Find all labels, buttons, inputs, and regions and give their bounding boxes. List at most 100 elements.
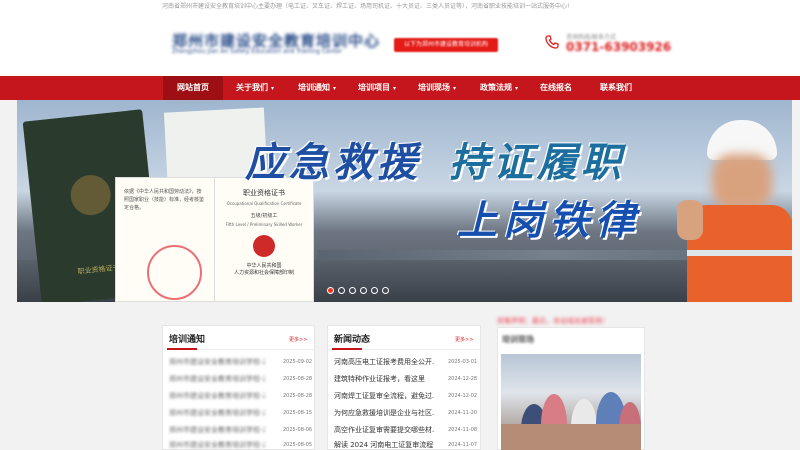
nav-training-notice[interactable]: 培训通知 ▾	[288, 76, 346, 100]
thumbs-up-icon	[677, 200, 703, 240]
list-item-title: 郑州市建设安全教育培训学校-2025年...	[169, 426, 265, 434]
list-item-date: 2024-12-28	[448, 376, 478, 382]
training-site-photo[interactable]	[501, 354, 641, 450]
list-item-title: 为何应急救援培训是企业与社区...	[334, 409, 434, 417]
news-title: 新闻动态	[334, 335, 371, 345]
list-item[interactable]: 解读 2024 河南电工证复审流程... 2024-11-07	[334, 438, 478, 450]
banner-headline-b: 持证履职	[449, 140, 625, 186]
news-panel: 新闻动态 更多>> 河南高压电工证报考费用全公开... 2025-03-01 建筑…	[327, 325, 481, 450]
site-logo-subtitle: Zhengzhou Jian An Safety Education and T…	[172, 48, 343, 55]
list-item[interactable]: 郑州市建设安全教育培训学校-2025年... 2025-08-05	[169, 438, 313, 450]
list-item-title: 郑州市建设安全教育培训学校-2025年...	[169, 441, 265, 449]
list-item[interactable]: 郑州市建设安全教育培训学校-2025年... 2025-09-02	[169, 355, 313, 369]
list-item[interactable]: 郑州市建设安全教育培训学校-2025年... 2025-08-06	[169, 423, 313, 437]
certificate-title-en: Occupational Qualification Certificate	[226, 201, 302, 206]
banner-dot-2[interactable]	[338, 287, 345, 294]
nav-training-site-label: 培训现场	[417, 83, 450, 92]
nav-training-notice-label: 培训通知	[297, 83, 330, 92]
certificate-level: 五级/初级工	[250, 213, 278, 219]
list-item[interactable]: 高空作业证复审需要提交哪些材... 2024-11-08	[334, 423, 478, 437]
nav-contact[interactable]: 联系我们	[588, 76, 644, 100]
nav-online-signup[interactable]: 在线报名	[528, 76, 584, 100]
list-item-date: 2025-09-02	[283, 359, 313, 365]
nav-online-signup-label: 在线报名	[540, 83, 572, 92]
certificate-issuer-2: 人力资源和社会保障部印制	[233, 270, 294, 276]
nav-training-projects-label: 培训项目	[357, 83, 390, 92]
list-item[interactable]: 郑州市建设安全教育培训学校-2025年... 2025-08-28	[169, 372, 313, 386]
certificate-title: 职业资格证书	[243, 189, 285, 197]
training-more-link[interactable]: 更多>>	[289, 336, 307, 343]
reflective-stripe	[687, 250, 792, 256]
news-more-link[interactable]: 更多>>	[455, 336, 473, 343]
chevron-down-icon: ▾	[332, 85, 336, 92]
worker-thumbs-up-image	[677, 120, 792, 302]
top-announcement-text: 河南省郑州市建设安全教育培训中心主要办理（电工证、叉车证、焊工证、场用司机证、十…	[162, 3, 570, 10]
panel-accent-bar	[332, 348, 362, 350]
training-notice-title: 培训通知	[169, 335, 206, 345]
list-item-date: 2025-08-06	[283, 427, 313, 433]
chevron-down-icon: ▾	[270, 85, 274, 92]
list-item-title: 河南焊工证复审全流程，避免过...	[334, 392, 434, 400]
banner-dot-4[interactable]	[360, 287, 367, 294]
list-item-title: 解读 2024 河南电工证复审流程...	[334, 441, 434, 449]
banner-dot-5[interactable]	[371, 287, 378, 294]
certificate-issuer-1: 中华人民共和国	[246, 263, 282, 269]
nav-home[interactable]: 网站首页	[163, 76, 223, 100]
banner-dot-1[interactable]	[327, 287, 334, 294]
list-item-title: 河南高压电工证报考费用全公开...	[334, 358, 434, 366]
list-item[interactable]: 为何应急救援培训是企业与社区... 2024-11-20	[334, 406, 478, 420]
banner-subhead: 上岗铁律	[457, 198, 641, 244]
training-notice-panel: 培训通知 更多>> 郑州市建设安全教育培训学校-2025年... 2025-09-…	[162, 325, 315, 450]
list-item-title: 建筑特种作业证报考，看这里	[334, 375, 425, 383]
red-seal-icon	[147, 245, 202, 300]
list-item[interactable]: 建筑特种作业证报考，看这里 2024-12-28	[334, 372, 478, 386]
list-item-date: 2024-11-08	[448, 427, 478, 433]
list-item-date: 2025-08-28	[283, 376, 313, 382]
list-item-date: 2024-11-20	[448, 410, 478, 416]
nav-policy-label: 政策法规	[479, 83, 512, 92]
nav-home-label: 网站首页	[177, 83, 209, 92]
list-item-date: 2025-08-28	[283, 393, 313, 399]
list-item-date: 2024-11-07	[448, 442, 478, 448]
certificate-level-en: Fifth Level / Preliminary Skilled Worker	[225, 222, 303, 227]
chevron-down-icon: ▾	[452, 85, 456, 92]
list-item-title: 郑州市建设安全教育培训学校-2025年...	[169, 409, 265, 417]
list-item-date: 2025-03-01	[448, 359, 478, 365]
hero-banner[interactable]: 职业资格证书 依据《中华人民共和国劳动法》，按照国家职业（技能）标准，经考核鉴定…	[17, 100, 792, 302]
worker-face-blurred	[712, 154, 772, 209]
top-announcement-bar: 河南省郑州市建设安全教育培训中心主要办理（电工证、叉车证、焊工证、场用司机证、十…	[0, 0, 800, 10]
nav-contact-label: 联系我们	[600, 83, 632, 92]
desk-row	[501, 424, 641, 450]
list-item[interactable]: 河南焊工证复审全流程，避免过... 2024-12-02	[334, 389, 478, 403]
chevron-down-icon: ▾	[392, 85, 396, 92]
header-slogan-badge: 以下为郑州市建设教育培训机构	[394, 38, 498, 52]
list-item-date: 2024-12-02	[448, 393, 478, 399]
list-item-title: 郑州市建设安全教育培训学校-2025年...	[169, 375, 265, 383]
certificate-right-page: 职业资格证书 Occupational Qualification Certif…	[214, 177, 314, 302]
chevron-down-icon: ▾	[514, 85, 518, 92]
training-site-panel: 培训现场	[497, 327, 645, 450]
list-item-title: 郑州市建设安全教育培训学校-2025年...	[169, 392, 265, 400]
nav-training-projects[interactable]: 培训项目 ▾	[348, 76, 406, 100]
list-item-date: 2025-08-15	[283, 410, 313, 416]
site-header: 郑州市建设安全教育培训中心 Zhengzhou Jian An Safety E…	[0, 10, 800, 76]
list-item[interactable]: 河南高压电工证报考费用全公开... 2025-03-01	[334, 355, 478, 369]
national-emblem-icon	[253, 235, 275, 257]
banner-dot-3[interactable]	[349, 287, 356, 294]
banner-headline: 应急救援 持证履职	[245, 130, 625, 188]
list-item-title: 高空作业证复审需要提交哪些材...	[334, 426, 434, 434]
list-item-date: 2025-08-05	[283, 442, 313, 448]
list-item-title: 郑州市建设安全教育培训学校-2025年...	[169, 358, 265, 366]
banner-dot-6[interactable]	[382, 287, 389, 294]
national-emblem-icon	[68, 173, 113, 218]
phone-icon	[544, 34, 560, 50]
panel-accent-bar	[167, 348, 197, 350]
hotline-number: 0371-63903926	[566, 40, 672, 54]
main-nav: 网站首页 关于我们 ▾ 培训通知 ▾ 培训项目 ▾ 培训现场 ▾ 政策法规 ▾ 在线报名 …	[0, 76, 800, 100]
nav-training-site[interactable]: 培训现场 ▾	[408, 76, 466, 100]
list-item[interactable]: 郑州市建设安全教育培训学校-2025年... 2025-08-28	[169, 389, 313, 403]
nav-policy[interactable]: 政策法规 ▾	[470, 76, 528, 100]
nav-about[interactable]: 关于我们 ▾	[226, 76, 284, 100]
training-site-title: 培训现场	[502, 335, 534, 344]
list-item[interactable]: 郑州市建设安全教育培训学校-2025年... 2025-08-15	[169, 406, 313, 420]
